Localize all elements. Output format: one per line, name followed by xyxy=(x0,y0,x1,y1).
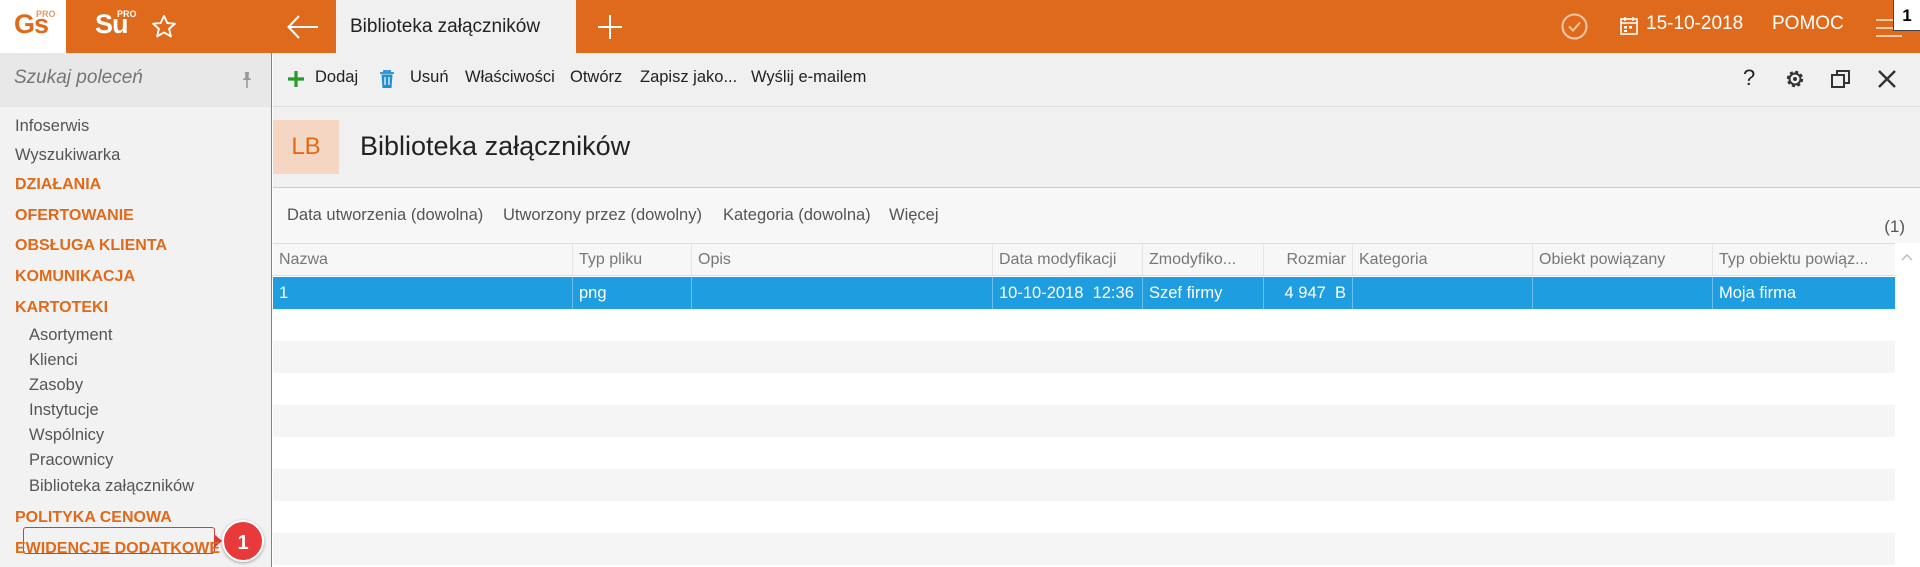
table-header: Nazwa Typ pliku Opis Data modyfikacji Zm… xyxy=(273,243,1895,276)
column-header-kategoria[interactable]: Kategoria xyxy=(1353,244,1533,275)
su-logo[interactable]: Su PRO xyxy=(81,0,147,53)
cell-nazwa: 1 xyxy=(273,277,573,309)
page-title: Biblioteka załączników xyxy=(360,131,631,161)
sidebar-section-ewidencje-dodatkowe[interactable]: EWIDENCJE DODATKOWE xyxy=(15,540,220,558)
cell-date: 10-10-2018 xyxy=(999,284,1084,302)
sidebar-section-ofertowanie[interactable]: OFERTOWANIE xyxy=(15,207,134,225)
properties-button[interactable]: Właściwości xyxy=(465,68,555,87)
cell-time: 12:36 xyxy=(1092,284,1134,302)
delete-button[interactable]: Usuń xyxy=(410,68,449,87)
column-header-nazwa[interactable]: Nazwa xyxy=(273,244,573,275)
column-header-typ-obiektu[interactable]: Typ obiektu powiąz... xyxy=(1713,244,1895,275)
column-header-opis[interactable]: Opis xyxy=(692,244,993,275)
cell-typ-pliku: png xyxy=(573,277,692,309)
close-icon[interactable] xyxy=(1875,67,1899,91)
current-date[interactable]: 15-10-2018 xyxy=(1646,13,1743,35)
empty-row xyxy=(273,437,1895,469)
restore-window-icon[interactable] xyxy=(1829,67,1853,91)
filter-bar: Data utworzenia (dowolna) Utworzony prze… xyxy=(273,188,1920,243)
empty-row xyxy=(273,373,1895,405)
add-button[interactable]: Dodaj xyxy=(315,68,358,87)
sidebar-section-dzialania[interactable]: DZIAŁANIA xyxy=(15,176,101,194)
sidebar-item-pracownicy[interactable]: Pracownicy xyxy=(29,451,113,470)
column-header-obiekt[interactable]: Obiekt powiązany xyxy=(1533,244,1713,275)
add-icon[interactable] xyxy=(285,68,307,90)
back-arrow-icon[interactable] xyxy=(286,13,320,41)
sidebar-item-wyszukiwarka[interactable]: Wyszukiwarka xyxy=(15,146,120,165)
cell-size-unit: B xyxy=(1334,284,1346,302)
filter-more[interactable]: Więcej xyxy=(889,206,939,225)
sidebar-item-instytucje[interactable]: Instytucje xyxy=(29,401,99,420)
plus-icon[interactable] xyxy=(595,12,625,42)
save-as-button[interactable]: Zapisz jako... xyxy=(640,68,737,87)
cell-size-value: 4 947 xyxy=(1284,284,1326,302)
filter-category[interactable]: Kategoria (dowolna) xyxy=(723,206,871,225)
attachments-table: Nazwa Typ pliku Opis Data modyfikacji Zm… xyxy=(273,243,1920,567)
tab-biblioteka[interactable]: Biblioteka załączników xyxy=(336,0,576,53)
gs-logo[interactable]: Gs PRO xyxy=(0,0,66,53)
sidebar-item-wspolnicy[interactable]: Wspólnicy xyxy=(29,426,104,445)
gs-logo-sup: PRO xyxy=(36,9,56,19)
sidebar-item-biblioteka[interactable]: Biblioteka załączników xyxy=(29,477,194,496)
sidebar-section-komunikacja[interactable]: KOMUNIKACJA xyxy=(15,268,135,286)
sidebar-section-kartoteki[interactable]: KARTOTEKI xyxy=(15,299,108,317)
cell-opis xyxy=(692,277,993,309)
open-button[interactable]: Otwórz xyxy=(570,68,622,87)
su-logo-sup: PRO xyxy=(117,9,137,19)
check-circle-icon[interactable] xyxy=(1560,12,1589,41)
empty-row xyxy=(273,405,1895,437)
sidebar-item-infoserwis[interactable]: Infoserwis xyxy=(15,117,89,136)
sidebar-section-obsluga-klienta[interactable]: OBSŁUGA KLIENTA xyxy=(15,237,167,255)
star-icon[interactable] xyxy=(150,13,178,41)
empty-row xyxy=(273,309,1895,341)
sidebar: Infoserwis Wyszukiwarka DZIAŁANIA OFERTO… xyxy=(0,53,272,567)
record-count: (1) xyxy=(1884,217,1905,236)
scroll-up-icon[interactable] xyxy=(1901,253,1913,261)
trash-icon[interactable] xyxy=(376,68,398,90)
column-header-zmodyfikowal[interactable]: Zmodyfiko... xyxy=(1143,244,1264,275)
sidebar-item-asortyment[interactable]: Asortyment xyxy=(29,326,112,345)
column-header-typ-pliku[interactable]: Typ pliku xyxy=(573,244,692,275)
filter-created-by[interactable]: Utworzony przez (dowolny) xyxy=(503,206,702,225)
help-button[interactable]: ? xyxy=(1743,65,1755,91)
filter-created-date[interactable]: Data utworzenia (dowolna) xyxy=(287,206,483,225)
search-box xyxy=(0,53,271,107)
search-input[interactable] xyxy=(14,67,234,89)
send-email-button[interactable]: Wyślij e-mailem xyxy=(751,68,866,87)
page-header: LB Biblioteka załączników xyxy=(273,106,1920,188)
module-badge: LB xyxy=(273,120,339,174)
calendar-icon[interactable] xyxy=(1619,16,1639,36)
empty-row xyxy=(273,533,1895,565)
sidebar-item-klienci[interactable]: Klienci xyxy=(29,351,78,370)
cell-kategoria xyxy=(1353,277,1533,309)
cell-zmodyfikowal: Szef firmy xyxy=(1143,277,1264,309)
cell-obiekt xyxy=(1533,277,1713,309)
table-row[interactable]: 1 png 10-10-2018 12:36 Szef firmy 4 947 … xyxy=(273,277,1895,309)
empty-row xyxy=(273,501,1895,533)
pin-icon[interactable] xyxy=(238,70,256,90)
sidebar-section-polityka-cenowa[interactable]: POLITYKA CENOWA xyxy=(15,509,172,527)
cell-rozmiar: 4 947 B xyxy=(1264,277,1353,309)
cell-typ-obiektu: Moja firma xyxy=(1719,284,1797,302)
callout-badge: 1 xyxy=(222,520,264,562)
top-bar: Gs PRO Su PRO Biblioteka załączników 15-… xyxy=(0,0,1920,53)
empty-row xyxy=(273,469,1895,501)
toolbar: Dodaj Usuń Właściwości Otwórz Zapisz jak… xyxy=(273,53,1920,106)
column-header-rozmiar[interactable]: Rozmiar xyxy=(1264,244,1353,275)
cell-data-modyfikacji: 10-10-2018 12:36 xyxy=(993,277,1143,309)
help-link[interactable]: POMOC xyxy=(1772,13,1844,35)
column-header-data-modyfikacji[interactable]: Data modyfikacji xyxy=(993,244,1143,275)
sidebar-item-zasoby[interactable]: Zasoby xyxy=(29,376,83,395)
gear-icon[interactable] xyxy=(1783,67,1807,91)
corner-badge: 1 xyxy=(1893,0,1920,31)
empty-row xyxy=(273,341,1895,373)
